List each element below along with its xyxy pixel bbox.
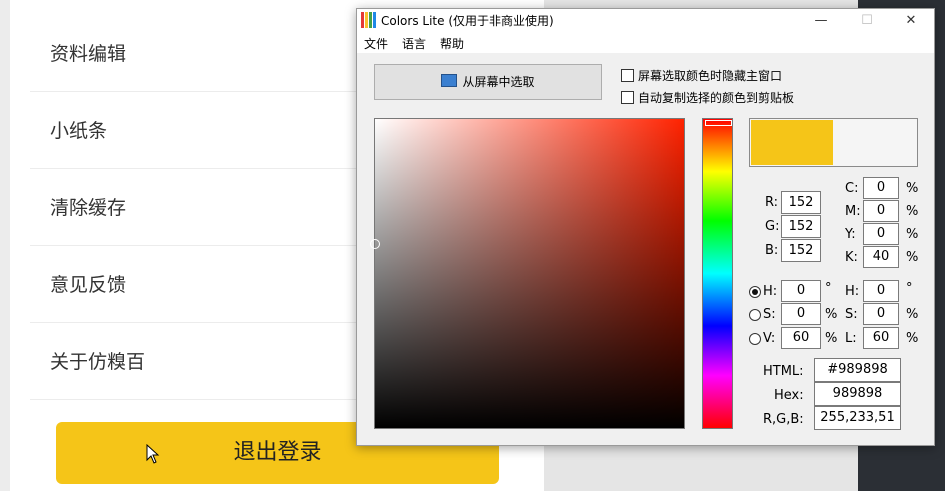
color-preview bbox=[749, 118, 918, 167]
m-label: M: bbox=[845, 204, 861, 219]
hide-window-checkbox[interactable] bbox=[621, 69, 634, 82]
k-unit: % bbox=[906, 250, 919, 265]
hsv-v-unit: % bbox=[825, 331, 838, 346]
hsv-h-label: H: bbox=[763, 284, 778, 299]
hide-window-label: 屏幕选取颜色时隐藏主窗口 bbox=[638, 69, 783, 83]
hsv-h-unit: ° bbox=[825, 281, 832, 296]
mouse-cursor-icon bbox=[146, 444, 160, 464]
y-label: Y: bbox=[845, 227, 856, 242]
monitor-icon bbox=[441, 74, 458, 87]
hsl-h-label: H: bbox=[845, 284, 860, 299]
pick-from-screen-label: 从屏幕中选取 bbox=[462, 75, 535, 89]
saturation-radio[interactable] bbox=[749, 309, 761, 321]
current-color-swatch bbox=[751, 120, 833, 165]
colors-lite-app-icon bbox=[361, 12, 377, 28]
hex-label: Hex: bbox=[774, 388, 804, 403]
colors-lite-window: Colors Lite (仅用于非商业使用) — ☐ ✕ 文件 语言 帮助 从屏… bbox=[356, 8, 935, 446]
html-label: HTML: bbox=[763, 364, 804, 379]
previous-color-swatch bbox=[834, 120, 916, 165]
hue-slider-handle[interactable] bbox=[705, 120, 732, 126]
hue-slider[interactable] bbox=[702, 118, 733, 429]
picker-handle[interactable] bbox=[370, 239, 380, 249]
rgb-label: R,G,B: bbox=[763, 412, 804, 427]
window-title: Colors Lite (仅用于非商业使用) bbox=[381, 14, 554, 28]
m-field[interactable]: 0 bbox=[863, 200, 899, 222]
g-field[interactable]: 152 bbox=[781, 215, 821, 238]
m-unit: % bbox=[906, 204, 919, 219]
menu-file[interactable]: 文件 bbox=[364, 35, 388, 52]
hsl-s-unit: % bbox=[906, 307, 919, 322]
html-field[interactable]: #989898 bbox=[814, 358, 901, 382]
hsl-l-label: L: bbox=[845, 331, 857, 346]
hsv-h-field[interactable]: 0 bbox=[781, 280, 821, 302]
y-field[interactable]: 0 bbox=[863, 223, 899, 245]
menu-bar: 文件 语言 帮助 bbox=[357, 33, 934, 53]
r-field[interactable]: 152 bbox=[781, 191, 821, 214]
c-field[interactable]: 0 bbox=[863, 177, 899, 199]
pick-from-screen-button[interactable]: 从屏幕中选取 bbox=[374, 64, 602, 100]
saturation-value-picker[interactable] bbox=[370, 118, 685, 429]
auto-copy-label: 自动复制选择的颜色到剪贴板 bbox=[638, 91, 795, 105]
b-label: B: bbox=[765, 243, 779, 258]
b-field[interactable]: 152 bbox=[781, 239, 821, 262]
menu-help[interactable]: 帮助 bbox=[440, 35, 464, 52]
auto-copy-checkbox[interactable] bbox=[621, 91, 634, 104]
hsv-v-label: V: bbox=[763, 331, 776, 346]
k-label: K: bbox=[845, 250, 858, 265]
y-unit: % bbox=[906, 227, 919, 242]
hex-field[interactable]: 989898 bbox=[814, 382, 901, 406]
hsl-h-field[interactable]: 0 bbox=[863, 280, 899, 302]
menu-language[interactable]: 语言 bbox=[402, 35, 426, 52]
hide-window-option[interactable]: 屏幕选取颜色时隐藏主窗口 bbox=[621, 67, 782, 84]
close-button[interactable]: ✕ bbox=[888, 9, 934, 33]
hsv-s-label: S: bbox=[763, 307, 776, 322]
value-radio[interactable] bbox=[749, 333, 761, 345]
k-field[interactable]: 40 bbox=[863, 246, 899, 268]
hsl-s-label: S: bbox=[845, 307, 858, 322]
maximize-button[interactable]: ☐ bbox=[844, 9, 890, 33]
hsl-l-field[interactable]: 60 bbox=[863, 327, 899, 349]
title-bar[interactable]: Colors Lite (仅用于非商业使用) — ☐ ✕ bbox=[357, 9, 934, 33]
rgb-code-field[interactable]: 255,233,51 bbox=[814, 406, 901, 430]
hsl-l-unit: % bbox=[906, 331, 919, 346]
hsv-v-field[interactable]: 60 bbox=[781, 327, 821, 349]
hsv-s-unit: % bbox=[825, 307, 838, 322]
g-label: G: bbox=[765, 219, 780, 234]
hsv-s-field[interactable]: 0 bbox=[781, 303, 821, 325]
r-label: R: bbox=[765, 195, 779, 210]
c-label: C: bbox=[845, 181, 859, 196]
auto-copy-option[interactable]: 自动复制选择的颜色到剪贴板 bbox=[621, 89, 794, 106]
hue-radio[interactable] bbox=[749, 286, 761, 298]
c-unit: % bbox=[906, 181, 919, 196]
hsl-s-field[interactable]: 0 bbox=[863, 303, 899, 325]
hsl-h-unit: ° bbox=[906, 281, 913, 296]
minimize-button[interactable]: — bbox=[798, 9, 844, 33]
